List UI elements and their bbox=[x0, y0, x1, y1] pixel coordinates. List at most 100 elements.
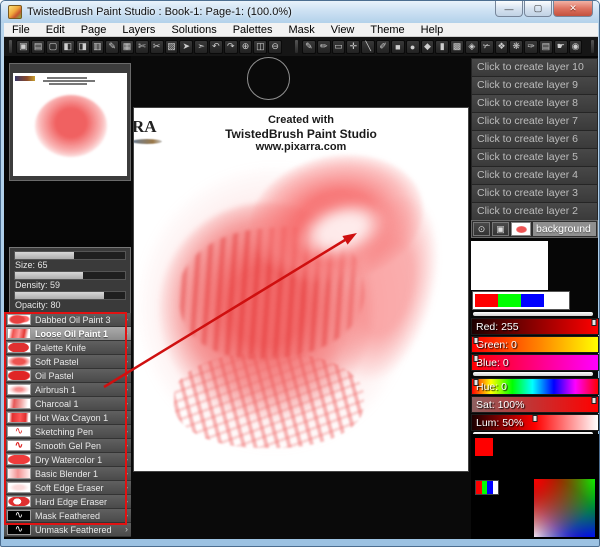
stamp-icon[interactable]: ▦ bbox=[120, 40, 134, 54]
book-icon[interactable]: ▤ bbox=[31, 40, 45, 54]
layer-slot-4[interactable]: Click to create layer 4 bbox=[471, 166, 598, 184]
layer-save-icon[interactable]: ▣ bbox=[492, 222, 509, 236]
density-slider-fill[interactable] bbox=[15, 272, 83, 279]
swatch-green[interactable] bbox=[498, 294, 521, 307]
saturation-slider[interactable]: Sat: 100% bbox=[471, 396, 599, 413]
luminance-slider-handle[interactable] bbox=[533, 415, 538, 422]
next-page-icon[interactable]: ◨ bbox=[76, 40, 90, 54]
menu-help[interactable]: Help bbox=[413, 23, 452, 37]
line-icon[interactable]: ╲ bbox=[361, 40, 375, 54]
pen-icon[interactable]: ✎ bbox=[105, 40, 119, 54]
layer-slot-5[interactable]: Click to create layer 5 bbox=[471, 148, 598, 166]
density-slider[interactable]: Density: 59 bbox=[14, 271, 126, 290]
layer-slot-6[interactable]: Click to create layer 6 bbox=[471, 130, 598, 148]
toolbar-grip[interactable] bbox=[295, 40, 298, 53]
cut-mask-icon[interactable]: ✃ bbox=[480, 40, 494, 54]
last-page-icon[interactable]: ▥ bbox=[91, 40, 105, 54]
brush-item-sketching-pen[interactable]: ∿Sketching Pen› bbox=[4, 425, 131, 439]
title-bar[interactable]: TwistedBrush Paint Studio : Book-1: Page… bbox=[1, 1, 599, 23]
brush-icon[interactable]: ✎ bbox=[302, 40, 316, 54]
maximize-button[interactable]: ▢ bbox=[524, 1, 552, 17]
mini-swatch-strip[interactable] bbox=[475, 480, 499, 495]
size-slider[interactable]: Size: 65 bbox=[14, 251, 126, 270]
paste-icon[interactable]: ▨ bbox=[165, 40, 179, 54]
fill-rect-icon[interactable]: ■ bbox=[391, 40, 405, 54]
blue-slider[interactable]: Blue: 0 bbox=[471, 354, 599, 371]
brush-item-oil-pastel[interactable]: Oil Pastel› bbox=[4, 369, 131, 383]
cut-icon[interactable]: ✄ bbox=[135, 40, 149, 54]
blue-slider-handle[interactable] bbox=[473, 355, 478, 362]
save-icon[interactable]: ▣ bbox=[16, 40, 30, 54]
menu-mask[interactable]: Mask bbox=[280, 23, 322, 37]
panel-divider-handle[interactable] bbox=[473, 372, 593, 376]
brush-item-unmask-feathered[interactable]: ∿Unmask Feathered› bbox=[4, 523, 131, 537]
clipboard-icon[interactable]: ▤ bbox=[539, 40, 553, 54]
rect-select-icon[interactable]: ▭ bbox=[332, 40, 346, 54]
canvas-thumbnail[interactable] bbox=[13, 73, 127, 176]
close-button[interactable]: ✕ bbox=[553, 1, 593, 17]
saturation-slider-handle[interactable] bbox=[592, 397, 597, 404]
current-color-swatch[interactable] bbox=[475, 438, 493, 456]
brush-item-soft-edge-eraser[interactable]: Soft Edge Eraser› bbox=[4, 481, 131, 495]
opacity-slider[interactable]: Opacity: 80 bbox=[14, 291, 126, 310]
color-gradient-picker[interactable] bbox=[534, 479, 595, 537]
layer-slot-8[interactable]: Click to create layer 8 bbox=[471, 94, 598, 112]
brush-item-hot-wax-crayon-1[interactable]: Hot Wax Crayon 1› bbox=[4, 411, 131, 425]
menu-edit[interactable]: Edit bbox=[38, 23, 73, 37]
zoom-actual-icon[interactable]: ◫ bbox=[253, 40, 267, 54]
brush-item-soft-pastel[interactable]: Soft Pastel› bbox=[4, 355, 131, 369]
zoom-in-icon[interactable]: ⊕ bbox=[239, 40, 253, 54]
swatch-red[interactable] bbox=[475, 294, 498, 307]
texture-icon[interactable]: ◈ bbox=[465, 40, 479, 54]
move-icon[interactable]: ✛ bbox=[346, 40, 360, 54]
fill-icon[interactable]: ◆ bbox=[421, 40, 435, 54]
hue-slider-handle[interactable] bbox=[473, 379, 478, 386]
menu-page[interactable]: Page bbox=[73, 23, 115, 37]
menu-theme[interactable]: Theme bbox=[362, 23, 412, 37]
mini-swatch-white[interactable] bbox=[493, 481, 499, 494]
luminance-slider[interactable]: Lum: 50% bbox=[471, 414, 599, 431]
green-slider[interactable]: Green: 0 bbox=[471, 336, 599, 353]
swirl-icon[interactable]: ◉ bbox=[569, 40, 583, 54]
scissors-icon[interactable]: ✂ bbox=[150, 40, 164, 54]
menu-file[interactable]: File bbox=[4, 23, 38, 37]
menu-palettes[interactable]: Palettes bbox=[225, 23, 281, 37]
minimize-button[interactable]: — bbox=[495, 1, 523, 17]
layer-slot-2[interactable]: Click to create layer 2 bbox=[471, 202, 598, 220]
panel-divider-handle[interactable] bbox=[473, 312, 593, 316]
zoom-out-icon[interactable]: ⊖ bbox=[268, 40, 282, 54]
layer-slot-9[interactable]: Click to create layer 9 bbox=[471, 76, 598, 94]
undo-icon[interactable]: ↶ bbox=[209, 40, 223, 54]
brush-item-dry-watercolor-1[interactable]: Dry Watercolor 1› bbox=[4, 453, 131, 467]
lasso-icon[interactable]: ✐ bbox=[376, 40, 390, 54]
red-slider[interactable]: Red: 255 bbox=[471, 318, 599, 335]
pattern-icon[interactable]: ❖ bbox=[495, 40, 509, 54]
red-slider-handle[interactable] bbox=[592, 319, 597, 326]
menu-solutions[interactable]: Solutions bbox=[163, 23, 224, 37]
toolbar-grip[interactable] bbox=[591, 40, 594, 53]
layer-slot-10[interactable]: Click to create layer 10 bbox=[471, 58, 598, 76]
size-slider-fill[interactable] bbox=[15, 252, 74, 259]
brush-item-basic-blender-1[interactable]: Basic Blender 1› bbox=[4, 467, 131, 481]
pointer-alt-icon[interactable]: ➣ bbox=[194, 40, 208, 54]
hand-icon[interactable]: ☛ bbox=[554, 40, 568, 54]
ellipse-icon[interactable]: ● bbox=[406, 40, 420, 54]
brush-item-palette-knife[interactable]: Palette Knife› bbox=[4, 341, 131, 355]
prev-page-icon[interactable]: ◧ bbox=[61, 40, 75, 54]
opacity-slider-fill[interactable] bbox=[15, 292, 104, 299]
pointer-icon[interactable]: ➤ bbox=[179, 40, 193, 54]
swatch-blue[interactable] bbox=[521, 294, 544, 307]
hue-slider[interactable]: Hue: 0 bbox=[471, 378, 599, 395]
brush-item-charcoal-1[interactable]: Charcoal 1› bbox=[4, 397, 131, 411]
menu-view[interactable]: View bbox=[323, 23, 363, 37]
layer-slot-7[interactable]: Click to create layer 7 bbox=[471, 112, 598, 130]
paint-canvas[interactable]: Created with TwistedBrush Paint Studio w… bbox=[134, 108, 468, 471]
brush-item-airbrush-1[interactable]: Airbrush 1› bbox=[4, 383, 131, 397]
brush-item-loose-oil-paint-1[interactable]: Loose Oil Paint 1› bbox=[4, 327, 131, 341]
checker-icon[interactable]: ▩ bbox=[450, 40, 464, 54]
redo-icon[interactable]: ↷ bbox=[224, 40, 238, 54]
pencil-icon[interactable]: ✏ bbox=[317, 40, 331, 54]
green-slider-handle[interactable] bbox=[473, 337, 478, 344]
brush-item-mask-feathered[interactable]: ∿Mask Feathered› bbox=[4, 509, 131, 523]
brush-item-smooth-gel-pen[interactable]: ∿Smooth Gel Pen› bbox=[4, 439, 131, 453]
